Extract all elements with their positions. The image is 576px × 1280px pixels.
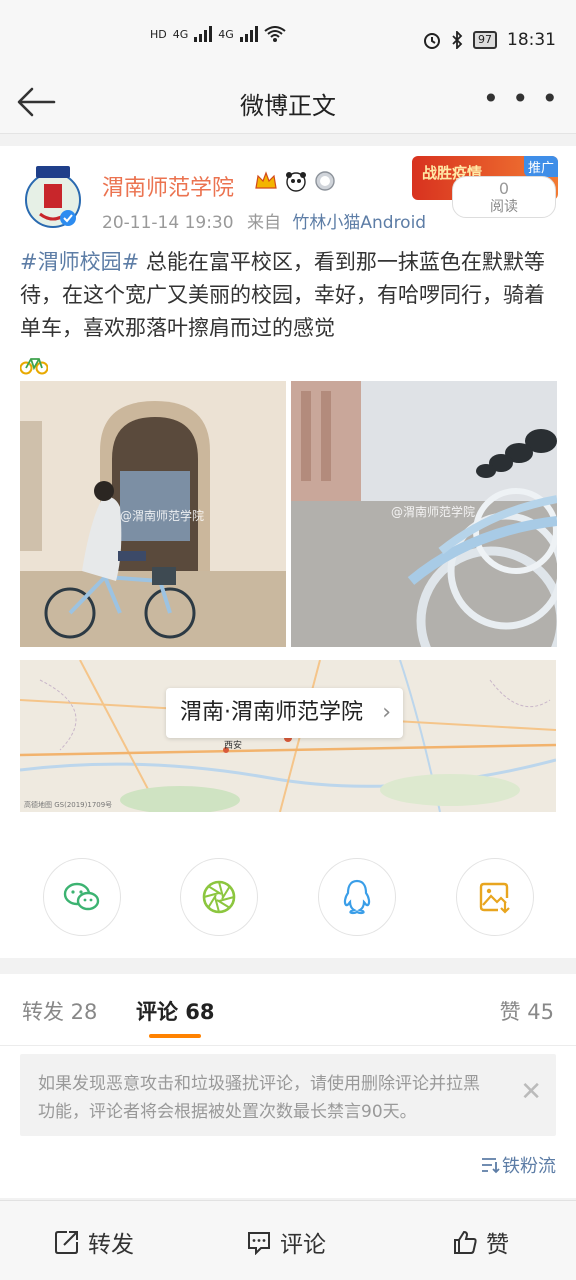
promo-tag: 推广 — [523, 156, 558, 177]
status-bar: HD 4G 4G 97 18:31 — [0, 0, 576, 78]
repost-label: 转发 — [88, 1232, 134, 1258]
status-right: 97 18:31 — [423, 30, 556, 50]
battery-level: 97 — [473, 31, 497, 49]
map-city-label: 西安 — [224, 741, 243, 751]
crown-badge-icon — [255, 171, 277, 189]
location-label[interactable]: 渭南·渭南师范学院 › — [166, 688, 403, 738]
location-text: 渭南·渭南师范学院 — [180, 700, 363, 725]
more-menu-icon[interactable]: • • • — [483, 82, 560, 115]
tab-like[interactable]: 赞 45 — [500, 996, 554, 1026]
post-body: #渭师校园# 总能在富平校区，看到那一抹蓝色在默默等待，在这个宽广又美丽的校园，… — [20, 246, 556, 345]
bottom-action-bar: 转发 评论 赞 — [0, 1200, 576, 1280]
share-wechat-button[interactable] — [43, 858, 121, 936]
wechat-icon — [63, 882, 100, 911]
network-indicators: HD 4G 4G — [150, 26, 286, 42]
sort-label: 铁粉流 — [502, 1156, 556, 1177]
read-count-box: 0 阅读 — [452, 176, 556, 218]
user-badges — [254, 170, 336, 192]
medal-badge-icon — [315, 171, 335, 191]
alarm-icon — [424, 33, 440, 49]
sort-toggle[interactable]: 铁粉流 — [480, 1152, 556, 1178]
post-time: 20-11-14 19:30 — [102, 213, 234, 233]
chevron-right-icon: › — [382, 700, 391, 725]
university-emblem-icon — [25, 166, 81, 228]
post-photo-2[interactable]: @渭南师范学院 — [291, 381, 557, 647]
tab-repost[interactable]: 转发 28 — [22, 996, 97, 1026]
share-qq-button[interactable] — [318, 858, 396, 936]
image-download-icon — [479, 882, 510, 914]
post-meta: 20-11-14 19:30 来自 竹林小猫Android — [102, 208, 426, 233]
network-2: 4G — [218, 27, 234, 41]
signal-icon — [194, 26, 213, 42]
hashtag-link[interactable]: #渭师校园# — [20, 250, 139, 274]
user-name[interactable]: 渭南师范学院 — [102, 170, 234, 202]
aperture-icon — [202, 880, 236, 914]
like-label: 赞 — [486, 1232, 509, 1258]
tab-comment[interactable]: 评论 68 — [136, 996, 215, 1026]
comment-label: 评论 — [280, 1232, 326, 1258]
bicycle-emoji-icon — [19, 354, 49, 376]
comment-icon — [248, 1232, 270, 1255]
post-card: 渭南师范学院 20-11-14 19:30 来自 竹林小猫Android 战胜疫… — [0, 146, 576, 958]
active-tab-indicator — [149, 1034, 201, 1038]
clock: 18:31 — [507, 30, 556, 50]
qq-penguin-icon — [343, 879, 371, 915]
post-photo-1[interactable]: @渭南师范学院 — [20, 381, 286, 647]
like-button[interactable]: 赞 — [452, 1225, 509, 1259]
share-moments-button[interactable] — [180, 858, 258, 936]
sort-icon — [482, 1158, 500, 1174]
repost-icon — [55, 1231, 78, 1254]
comment-area: 如果发现恶意攻击和垃圾骚扰评论，请使用删除评论并拉黑功能，评论者将会根据被处置次… — [0, 1046, 576, 1198]
save-image-button[interactable] — [456, 858, 534, 936]
signal-icon — [239, 26, 258, 42]
hd-icon: HD — [150, 27, 167, 41]
location-map[interactable]: 西安 渭南·渭南师范学院 › 高德地图 GS(2019)1709号 — [20, 660, 556, 812]
repost-button[interactable]: 转发 — [54, 1225, 134, 1259]
interaction-tabs: 转发 28 评论 68 赞 45 — [0, 974, 576, 1046]
read-label: 阅读 — [490, 199, 518, 215]
comment-button[interactable]: 评论 — [246, 1225, 326, 1259]
network-1: 4G — [172, 27, 189, 41]
photo-watermark: @渭南师范学院 — [120, 509, 205, 523]
thumbs-up-icon — [454, 1230, 477, 1254]
post-source[interactable]: 竹林小猫Android — [292, 213, 426, 233]
notice-text: 如果发现恶意攻击和垃圾骚扰评论，请使用删除评论并拉黑功能，评论者将会根据被处置次… — [38, 1074, 480, 1122]
panda-badge-icon — [286, 172, 306, 192]
photo-watermark: @渭南师范学院 — [391, 505, 476, 519]
source-prefix: 来自 — [246, 213, 281, 233]
nav-bar: 微博正文 • • • — [0, 70, 576, 134]
comment-policy-notice: 如果发现恶意攻击和垃圾骚扰评论，请使用删除评论并拉黑功能，评论者将会根据被处置次… — [20, 1054, 556, 1136]
bluetooth-icon — [452, 31, 463, 49]
read-count: 0 — [498, 179, 510, 198]
share-row — [0, 858, 576, 938]
close-icon[interactable]: ✕ — [520, 1078, 542, 1106]
map-copyright: 高德地图 GS(2019)1709号 — [24, 801, 113, 809]
wifi-icon — [264, 26, 286, 42]
avatar[interactable] — [22, 160, 84, 232]
